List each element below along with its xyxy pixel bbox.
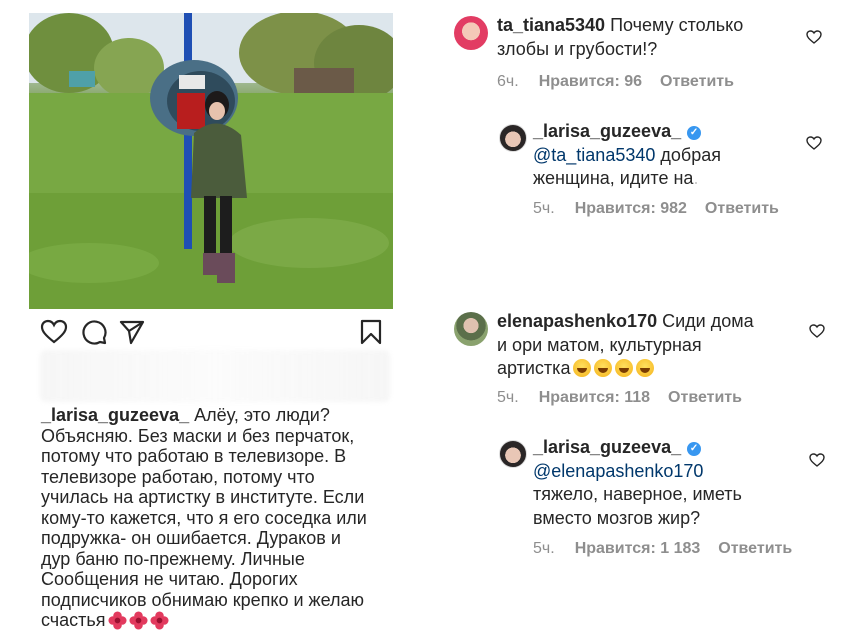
flower-emoji-icon [108,611,127,630]
reply-button[interactable]: Ответить [668,389,742,406]
avatar[interactable] [499,124,527,152]
comment-likes[interactable]: Нравится: 982 [575,200,687,217]
grinning-emoji-icon [636,359,655,377]
comment-text: _larisa_guzeeva_ ✓ @ta_tiana5340 добрая ж… [533,121,721,188]
comment-mention[interactable]: @elenapashenko170 [533,460,742,484]
comment-username[interactable]: elenapashenko170 [497,311,657,331]
comment-line: добрая [655,144,721,165]
grinning-emoji-icon [573,359,592,377]
comment-meta: 5ч. Нравится: 982 Ответить [533,200,797,218]
verified-badge-icon: ✓ [687,442,702,456]
comment-line: артистка [497,358,571,378]
comment-meta: 5ч. Нравится: 1 183 Ответить [533,540,810,558]
heart-icon[interactable] [40,318,68,346]
comment-time: 5ч. [533,540,555,557]
comment-mention[interactable]: @ta_tiana5340 [533,145,655,165]
comment-line: Почему столько [610,15,744,35]
comment-text: _larisa_guzeeva_ ✓ @elenapashenko170 тяже… [533,436,742,530]
comment-icon[interactable] [80,318,108,346]
comment-line: злобы и грубости!? [497,38,658,59]
caption-line: подписчиков обнимаю крепко и желаю [41,589,365,610]
comment-likes[interactable]: Нравится: 118 [539,389,650,406]
blurred-likes-row [40,350,390,402]
caption-line: счастья [41,610,106,630]
comment-username[interactable]: ta_tiana5340 [497,15,605,35]
caption-line: училась на артистку в институте. Если [41,487,365,507]
verified-badge-icon: ✓ [687,126,702,140]
avatar[interactable] [454,312,488,346]
caption-line: подружка- он ошибается. Дураков и [41,528,341,548]
comment-likes[interactable]: Нравится: 1 183 [575,540,701,557]
comment-time: 6ч. [497,73,519,90]
grinning-emoji-icon [615,359,634,377]
comment-username[interactable]: _larisa_guzeeva_ [533,121,681,141]
comment-text: ta_tiana5340 Почему столько злобы и груб… [497,14,743,61]
comment-like-icon[interactable] [806,29,822,45]
caption-line: кому-то кажется, что я его соседка или [41,507,367,528]
comment-likes[interactable]: Нравится: 96 [539,73,642,90]
comment-like-icon[interactable] [806,135,822,151]
avatar[interactable] [454,16,488,50]
comment-line: женщина, идите на [533,168,694,188]
comment-text: elenapashenko170 Сиди дома и ори матом, … [497,310,754,381]
post-caption: _larisa_guzeeva_ Алёу, это люди? Объясня… [41,405,401,631]
caption-line: Сообщения не читаю. Дорогих [41,569,298,589]
flower-emoji-icon [129,611,148,630]
comment-line: тяжело, наверное, иметь [533,484,742,504]
comment-like-icon[interactable] [809,323,825,339]
comment-username[interactable]: _larisa_guzeeva_ [533,437,681,457]
caption-username[interactable]: _larisa_guzeeva_ [41,405,189,425]
post-photo[interactable] [29,13,393,309]
comment-time: 5ч. [497,389,519,406]
comment-line: Сиди дома [662,311,754,331]
caption-line: телевизоре работаю, потому что [41,466,315,487]
comment-line: вместо мозгов жир? [533,507,701,528]
caption-line: Алёу, это люди? [194,405,330,425]
caption-line: Объясняю. Без маски и без перчаток, [41,425,355,446]
reply-button[interactable]: Ответить [718,540,792,557]
reply-button[interactable]: Ответить [705,200,779,217]
bookmark-icon[interactable] [357,318,385,346]
flower-emoji-icon [150,611,169,630]
comment-meta: 6ч. Нравится: 96 Ответить [497,73,752,91]
comment-line: и ори матом, культурная [497,334,702,355]
caption-line: потому что работаю в телевизоре. В [41,446,347,466]
reply-button[interactable]: Ответить [660,73,734,90]
grinning-emoji-icon [594,359,613,377]
comment-time: 5ч. [533,200,555,217]
avatar[interactable] [499,440,527,468]
comment-meta: 5ч. Нравится: 118 Ответить [497,389,760,407]
comment-like-icon[interactable] [809,452,825,468]
caption-line: дур баню по-прежнему. Личные [41,548,305,569]
share-icon[interactable] [118,318,146,346]
